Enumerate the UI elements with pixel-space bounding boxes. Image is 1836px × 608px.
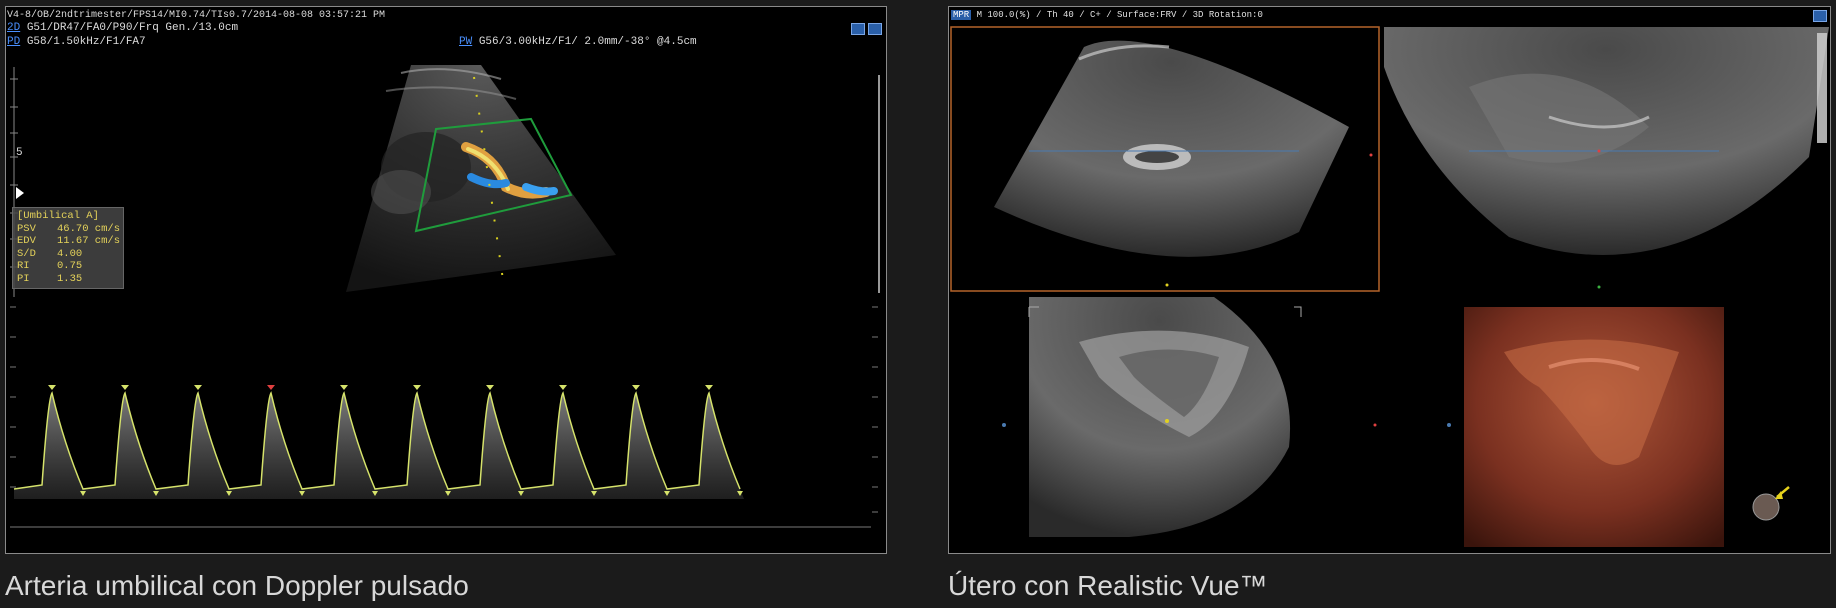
gray-scale-bar — [1817, 33, 1827, 143]
depth-label: 5 — [16, 147, 23, 159]
orientation-sphere-icon[interactable] — [1752, 493, 1780, 521]
mpr-view-a[interactable] — [950, 26, 1380, 292]
peak-marker-icon — [559, 385, 567, 390]
peak-marker-icon — [413, 385, 421, 390]
mpr-view-c[interactable] — [1028, 297, 1302, 537]
mpr-views-image — [950, 26, 1829, 547]
view-layout-icon[interactable] — [1813, 10, 1827, 22]
doppler-ultrasound-image — [10, 65, 880, 528]
mode-2d-tag[interactable]: 2D — [7, 22, 20, 34]
probe-icon[interactable] — [851, 23, 865, 35]
measurement-row: PSV 46.70 cm/s — [17, 222, 121, 235]
caption-realistic-vue: Útero con Realistic Vue™ — [948, 570, 1268, 601]
focus-marker-icon — [16, 187, 24, 199]
doppler-ultrasound-panel: V4-8/OB/2ndtrimester/FPS14/MI0.74/TIs0.7… — [5, 6, 887, 554]
measurement-row: EDV 11.67 cm/s — [17, 235, 121, 247]
peak-marker-icon — [340, 385, 348, 390]
spectrum-fill — [14, 393, 744, 499]
mpr-tag[interactable]: MPR — [951, 10, 972, 20]
measurement-row: RI 0.75 — [17, 260, 83, 272]
peak-marker-icon — [486, 385, 494, 390]
mode-pd-line: PD G58/1.50kHz/F1/FA7 — [7, 36, 146, 49]
mpr-view-b[interactable] — [1384, 27, 1829, 255]
mpr-3d-panel: MPR M 100.0(%) / Th 40 / C+ / Surface:FR… — [948, 6, 1831, 554]
mode-pw-tag[interactable]: PW — [459, 36, 472, 48]
mode-icon[interactable] — [868, 23, 882, 35]
mode-2d-line: 2D G51/DR47/FA0/P90/Frq Gen./13.0cm — [7, 22, 238, 35]
caption-doppler: Arteria umbilical con Doppler pulsado — [5, 570, 469, 601]
doppler-spectrum — [13, 385, 744, 499]
realistic-vue-render[interactable] — [1464, 307, 1790, 547]
mpr-params: M 100.0(%) / Th 40 / C+ / Surface:FRV / … — [976, 10, 1263, 20]
peak-marker-icon — [632, 385, 640, 390]
measurement-row: S/D 4.00 — [17, 247, 83, 260]
peak-marker-icon — [267, 385, 275, 390]
peak-marker-icon — [194, 385, 202, 390]
measurement-title: [Umbilical A] — [17, 210, 99, 222]
scan-header: V4-8/OB/2ndtrimester/FPS14/MI0.74/TIs0.7… — [7, 10, 386, 21]
mode-pd-tag[interactable]: PD — [7, 36, 20, 48]
mode-2d-params: G51/DR47/FA0/P90/Frq Gen./13.0cm — [26, 22, 239, 34]
mpr-header: MPR M 100.0(%) / Th 40 / C+ / Surface:FR… — [951, 10, 1263, 20]
measurement-panel: [Umbilical A] PSV 46.70 cm/s EDV 11.67 cm/… — [12, 207, 124, 289]
mode-pw-line: PW G56/3.00kHz/F1/ 2.0mm/-38° @4.5cm — [459, 36, 697, 49]
mode-pw-params: G56/3.00kHz/F1/ 2.0mm/-38° @4.5cm — [478, 36, 697, 48]
measurement-row: PI 1.35 — [17, 272, 83, 285]
peak-marker-icon — [48, 385, 56, 390]
mode-pd-params: G58/1.50kHz/F1/FA7 — [26, 36, 146, 48]
peak-marker-icon — [705, 385, 713, 390]
peak-marker-icon — [121, 385, 129, 390]
